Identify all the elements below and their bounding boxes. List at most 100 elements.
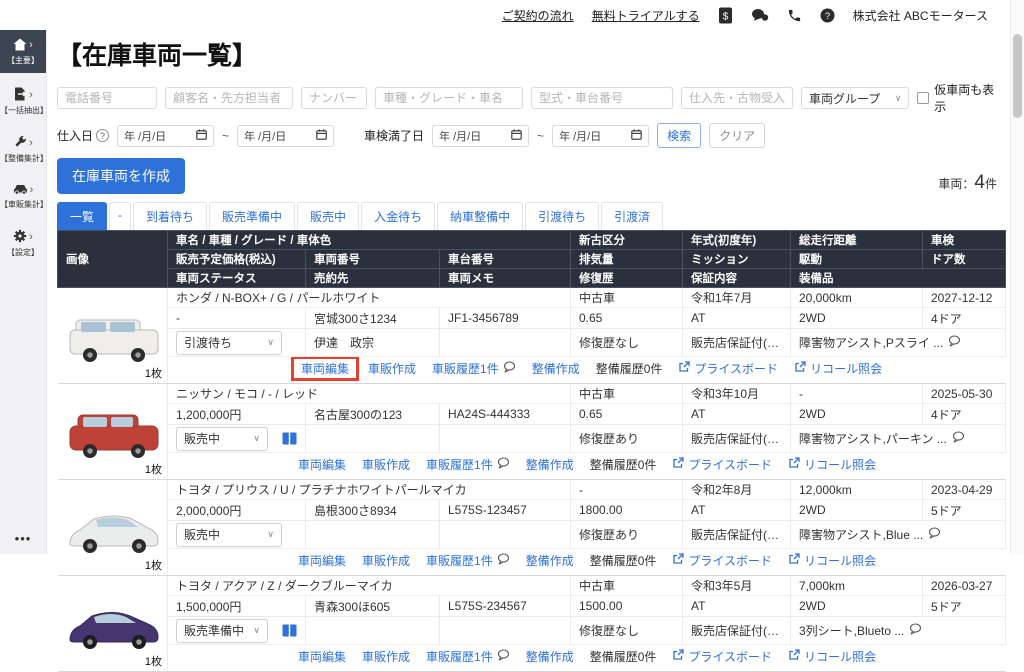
vehicle-group-select[interactable]: 車両グループ ∨ (801, 87, 909, 109)
sidebar-item-car-sales-summary[interactable]: › 【車販集計】 (0, 177, 46, 215)
status-select[interactable]: 販売中 ∨ (176, 523, 282, 547)
comment-bubble-icon (503, 361, 516, 376)
vehicle-count: 車両：4件 (938, 172, 1005, 194)
recall-check-link[interactable]: リコール照会 (788, 648, 876, 665)
purchase-date-from[interactable]: 年 /月/日 (117, 125, 214, 147)
edit-vehicle-link[interactable]: 車両編集 (291, 357, 359, 382)
tab-sale-prep[interactable]: 販売準備中 (209, 202, 295, 230)
tab-dash[interactable]: - (109, 202, 131, 230)
model-grade-input[interactable] (375, 87, 523, 109)
sidebar-item-settings[interactable]: › 【設定】 (0, 223, 46, 263)
table-row: 1枚 ニッサン / モコ / - / レッド 中古車 令和3年10月 - 202… (58, 384, 1006, 404)
edit-vehicle-link[interactable]: 車両編集 (298, 648, 346, 665)
tab-awaiting-arrival[interactable]: 到着待ち (133, 202, 207, 230)
year: 令和3年10月 (683, 384, 791, 404)
vehicle-photo[interactable]: 1枚 (58, 288, 168, 384)
edit-vehicle-link[interactable]: 車両編集 (298, 552, 346, 569)
contract-flow-link[interactable]: ご契約の流れ (502, 7, 574, 24)
price-board-link[interactable]: プライスボード (672, 456, 772, 473)
number-input[interactable] (301, 87, 367, 109)
price-board-link[interactable]: プライスボード (678, 360, 778, 377)
free-trial-link[interactable]: 無料トライアルする (592, 7, 700, 24)
phone-input[interactable] (57, 87, 157, 109)
price-board-book-icon[interactable] (282, 624, 297, 637)
sale-history-link[interactable]: 車販履歴1件 (426, 456, 510, 473)
sidebar-more-button[interactable]: ••• (15, 531, 32, 546)
clear-button[interactable]: クリア (709, 123, 765, 148)
chassis: L575S-123457 (440, 500, 571, 521)
price-board-book-icon[interactable] (282, 432, 297, 445)
edit-vehicle-link[interactable]: 車両編集 (298, 456, 346, 473)
car-sales-icon (13, 183, 28, 197)
transmission: AT (683, 308, 791, 329)
billing-icon[interactable]: $ (718, 7, 733, 24)
scrollbar-track[interactable] (1010, 0, 1024, 554)
external-link-icon (794, 361, 806, 376)
col-doors: ドア数 (923, 250, 1006, 269)
status-select[interactable]: 販売中 ∨ (176, 427, 268, 451)
create-stock-vehicle-button[interactable]: 在庫車両を作成 (57, 158, 185, 194)
help-circle-icon[interactable]: ? (96, 129, 109, 142)
vehicle-photo[interactable]: 1枚 (58, 576, 168, 672)
create-maintenance-link[interactable]: 整備作成 (526, 552, 574, 569)
external-link-icon (788, 649, 800, 664)
status-select[interactable]: 引渡待ち ∨ (176, 331, 282, 355)
recall-check-link[interactable]: リコール照会 (794, 360, 882, 377)
vehicle-photo[interactable]: 1枚 (58, 480, 168, 576)
recall-check-link[interactable]: リコール照会 (788, 552, 876, 569)
help-icon[interactable]: ? (820, 8, 835, 23)
warranty: 販売店保証付(無料保証 ... (683, 329, 791, 357)
sidebar-item-main[interactable]: › 【主要】 (0, 30, 46, 73)
sale-history-link[interactable]: 車販履歴1件 (426, 552, 510, 569)
tab-delivery-maintenance[interactable]: 納車整備中 (437, 202, 523, 230)
doors: 5ドア (923, 500, 1006, 521)
create-sale-link[interactable]: 車販作成 (368, 360, 416, 377)
chat-icon[interactable] (751, 8, 769, 23)
phone-icon[interactable] (787, 8, 802, 23)
sale-history-link[interactable]: 車販履歴1件 (426, 648, 510, 665)
sidebar-item-maintenance-summary[interactable]: › 【整備集計】 (0, 129, 46, 169)
col-plate: 車両番号 (306, 250, 440, 269)
vehicle-photo[interactable]: 1枚 (58, 384, 168, 480)
chassis-input[interactable] (531, 87, 673, 109)
price-board-link[interactable]: プライスボード (672, 552, 772, 569)
create-sale-link[interactable]: 車販作成 (362, 648, 410, 665)
sidebar-item-batch-export[interactable]: › 【一括抽出】 (0, 81, 46, 121)
comment-bubble-icon[interactable] (952, 431, 965, 446)
comment-bubble-icon[interactable] (948, 335, 961, 350)
sidebar-item-label: 【車販集計】 (0, 199, 46, 210)
supplier-input[interactable] (681, 87, 793, 109)
customer-input[interactable] (165, 87, 293, 109)
inspection-date-to[interactable]: 年 /月/日 (552, 125, 649, 147)
status-select[interactable]: 販売準備中 ∨ (176, 619, 268, 643)
col-name: 車名 / 車種 / グレード / 車体色 (168, 231, 571, 250)
price-board-link[interactable]: プライスボード (672, 648, 772, 665)
comment-bubble-icon[interactable] (909, 623, 922, 638)
tab-list[interactable]: 一覧 (57, 202, 107, 230)
chassis: JF1-3456789 (440, 308, 571, 329)
tab-on-sale[interactable]: 販売中 (297, 202, 359, 230)
search-button[interactable]: 検索 (657, 123, 701, 148)
condition: 中古車 (571, 576, 683, 596)
create-maintenance-link[interactable]: 整備作成 (526, 456, 574, 473)
warranty: 販売店保証付(無料保証 ... (683, 425, 791, 453)
tab-awaiting-handover[interactable]: 引渡待ち (525, 202, 599, 230)
create-maintenance-link[interactable]: 整備作成 (526, 648, 574, 665)
drive: 2WD (791, 404, 923, 425)
create-sale-link[interactable]: 車販作成 (362, 456, 410, 473)
create-maintenance-link[interactable]: 整備作成 (532, 360, 580, 377)
sale-history-link[interactable]: 車販履歴1件 (432, 360, 516, 377)
svg-text:?: ? (824, 11, 829, 22)
scrollbar-thumb[interactable] (1013, 34, 1022, 118)
tab-awaiting-payment[interactable]: 入金待ち (361, 202, 435, 230)
inspection-date-from[interactable]: 年 /月/日 (432, 125, 529, 147)
tab-handed-over[interactable]: 引渡済 (601, 202, 663, 230)
recall-check-link[interactable]: リコール照会 (788, 456, 876, 473)
table-row: 販売準備中 ∨ 修復歴なし 販売店保証付(無料保証 ... 3列シート,Blue… (58, 617, 1006, 645)
comment-bubble-icon[interactable] (928, 527, 941, 542)
col-drive: 駆動 (791, 250, 923, 269)
create-sale-link[interactable]: 車販作成 (362, 552, 410, 569)
memo (440, 617, 571, 645)
purchase-date-to[interactable]: 年 /月/日 (237, 125, 334, 147)
show-temp-vehicles-checkbox[interactable]: 仮車両も表示 (917, 81, 1005, 115)
